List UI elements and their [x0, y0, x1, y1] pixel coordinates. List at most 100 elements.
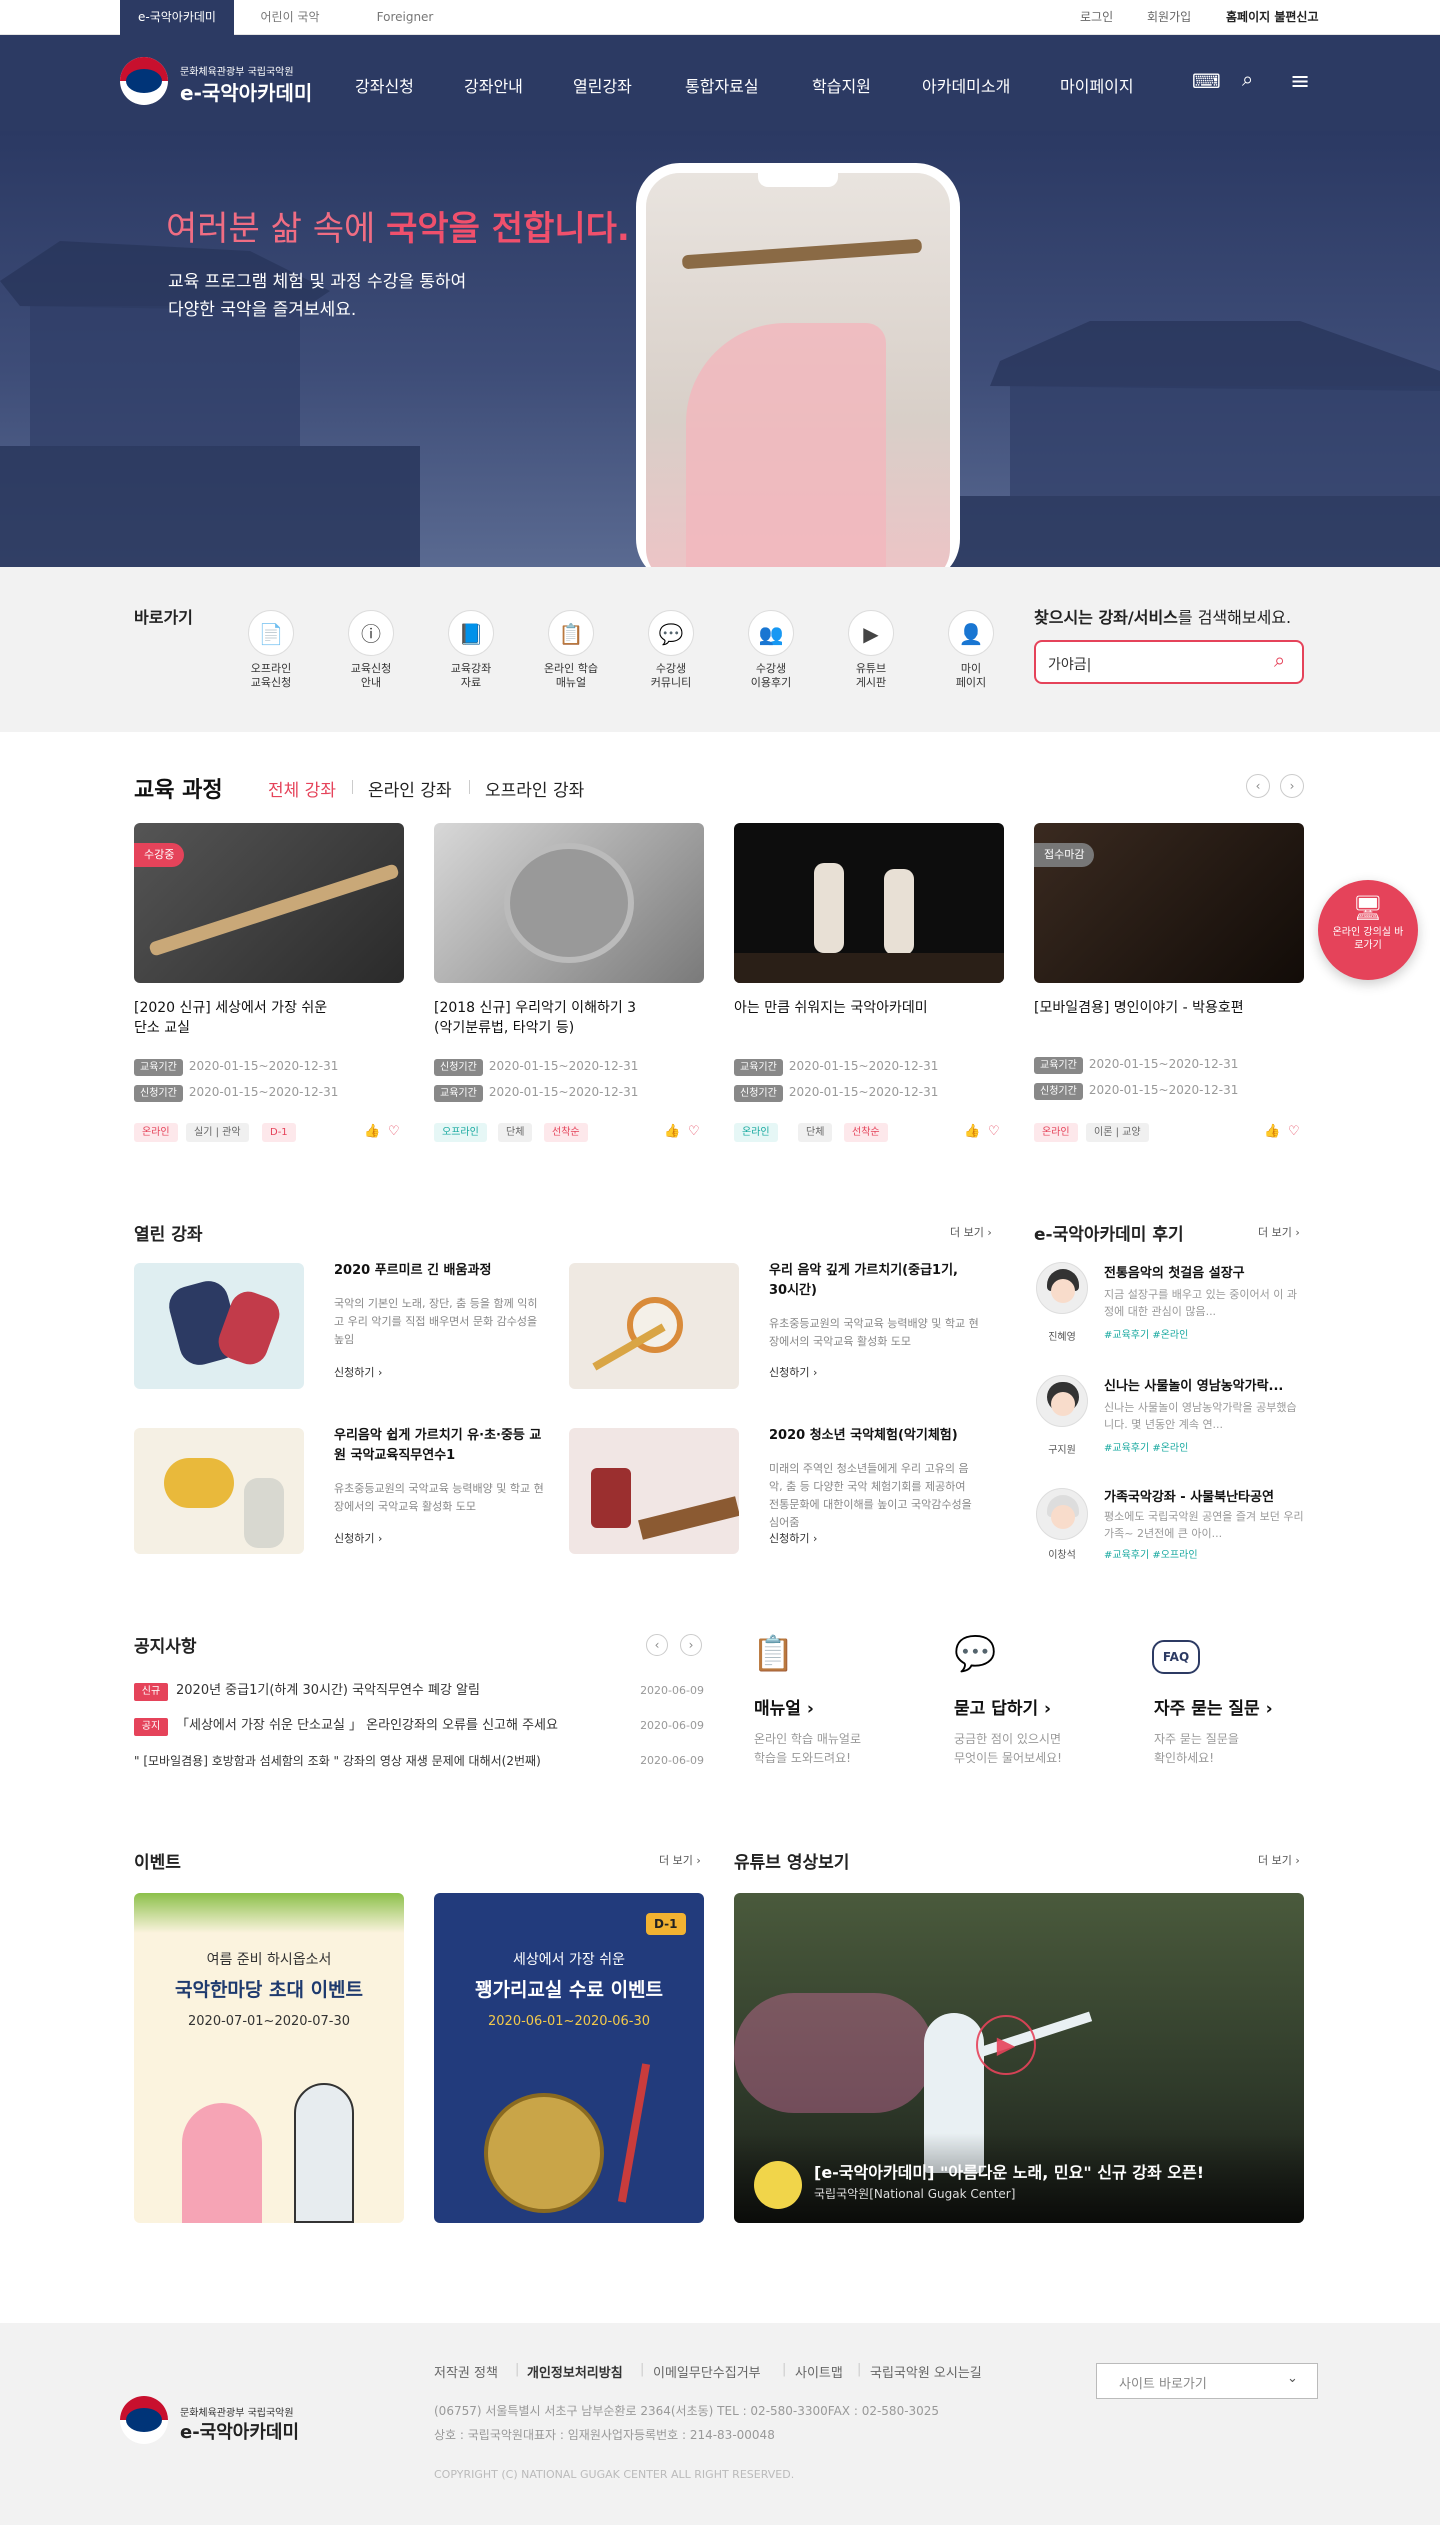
- search-submit-icon[interactable]: ⌕: [1274, 648, 1285, 672]
- report-link[interactable]: 홈페이지 불편신고: [1226, 0, 1319, 35]
- course-card-image[interactable]: [434, 823, 704, 983]
- notice-item[interactable]: 공지 「세상에서 가장 쉬운 단소교실 」 온라인강좌의 오류를 신고해 주세요 2…: [134, 1716, 704, 1736]
- apply-link[interactable]: 신청하기 ›: [334, 1530, 382, 1546]
- open-lecture-image[interactable]: [134, 1428, 304, 1554]
- heart-icon[interactable]: ♡: [988, 1124, 1000, 1139]
- footer-link-privacy[interactable]: 개인정보처리방침: [527, 2362, 623, 2381]
- more-label: 더 보기: [950, 1226, 984, 1239]
- tab-online-courses[interactable]: 온라인 강좌: [368, 776, 452, 801]
- chip-online: 온라인: [734, 1123, 778, 1142]
- quick-online-manual[interactable]: 📋 온라인 학습 매뉴얼: [536, 610, 606, 690]
- tab-all-courses[interactable]: 전체 강좌: [268, 776, 336, 801]
- manual-link[interactable]: 매뉴얼 ›: [754, 1694, 814, 1719]
- open-lecture-image[interactable]: [569, 1428, 739, 1554]
- quick-course-materials[interactable]: 📘 교육강좌 자료: [436, 610, 506, 690]
- courses-next-button[interactable]: ›: [1280, 774, 1304, 798]
- event-card[interactable]: D-1 세상에서 가장 쉬운 꽹가리교실 수료 이벤트 2020-06-01~2…: [434, 1893, 704, 2223]
- heart-icon[interactable]: ♡: [688, 1124, 700, 1139]
- quick-apply-guide[interactable]: ⓘ 교육신청 안내: [336, 610, 406, 690]
- course-card-image[interactable]: [734, 823, 1004, 983]
- menu-open-lectures[interactable]: 열린강좌: [573, 73, 632, 97]
- quick-youtube-board[interactable]: ▶ 유튜브 게시판: [836, 610, 906, 690]
- tab-offline-courses[interactable]: 오프라인 강좌: [485, 776, 584, 801]
- quick-label-2: 안내: [360, 676, 382, 689]
- signup-link[interactable]: 회원가입: [1147, 0, 1191, 35]
- event-title: 국악한마당 초대 이벤트: [174, 1979, 364, 2001]
- quick-mypage[interactable]: 👤 마이 페이지: [936, 610, 1006, 690]
- review-desc: 지금 설장구를 배우고 있는 중이어서 이 과정에 대한 관심이 많음...: [1104, 1288, 1298, 1318]
- menu-library[interactable]: 통합자료실: [685, 73, 759, 97]
- youtube-video-player[interactable]: ▶ [e-국악아카데미] "아름다운 노래, 민요" 신규 강좌 오픈! 국립국…: [734, 1893, 1304, 2223]
- logo-emblem-icon[interactable]: [120, 57, 168, 105]
- course-card-title[interactable]: [2020 신규] 세상에서 가장 쉬운 단소 교실: [134, 998, 404, 1038]
- open-lecture-title[interactable]: 2020 푸르미르 긴 배움과정: [334, 1261, 544, 1281]
- like-icon[interactable]: 👍: [664, 1124, 680, 1139]
- online-classroom-button[interactable]: 🖥 온라인 강의실 바로가기: [1318, 880, 1418, 980]
- hamburger-menu-icon[interactable]: ≡: [1290, 67, 1310, 95]
- menu-learning-support[interactable]: 학습지원: [812, 73, 871, 97]
- qna-link[interactable]: 묻고 답하기 ›: [954, 1694, 1051, 1719]
- menu-mypage[interactable]: 마이페이지: [1060, 73, 1134, 97]
- manual-icon: 📋: [752, 1634, 795, 1674]
- quick-offline-apply[interactable]: 📄 오프라인 교육신청: [236, 610, 306, 690]
- period-value: 2020-01-15~2020-12-31: [788, 1059, 939, 1073]
- notice-prev-button[interactable]: ‹: [646, 1634, 668, 1656]
- open-lecture-title[interactable]: 2020 청소년 국악체험(악기체험): [769, 1426, 979, 1446]
- apply-link[interactable]: 신청하기 ›: [334, 1364, 382, 1380]
- quick-label-1: 오프라인: [250, 662, 292, 675]
- reviews-more[interactable]: 더 보기 ›: [1258, 1224, 1300, 1240]
- heart-icon[interactable]: ♡: [388, 1124, 400, 1139]
- search-input[interactable]: 가야금|: [1048, 654, 1091, 674]
- review-title[interactable]: 신나는 사물놀이 영남농악가락...: [1104, 1375, 1314, 1394]
- site-shortcut-select[interactable]: 사이트 바로가기 ⌄: [1096, 2363, 1318, 2399]
- like-icon[interactable]: 👍: [964, 1124, 980, 1139]
- course-card-image[interactable]: 수강중: [134, 823, 404, 983]
- footer-link-copyright[interactable]: 저작권 정책: [434, 2362, 498, 2381]
- quick-label-2: 이용후기: [750, 676, 792, 689]
- like-icon[interactable]: 👍: [364, 1124, 380, 1139]
- events-more[interactable]: 더 보기 ›: [659, 1852, 701, 1868]
- notice-item[interactable]: 신규 2020년 중급1기(하계 30시간) 국악직무연수 폐강 알림 2020-0…: [134, 1681, 704, 1701]
- notice-item[interactable]: " [모바일겸용] 호방함과 섬세함의 조화 " 강좌의 영상 재생 문제에 대…: [134, 1751, 704, 1771]
- open-lectures-more[interactable]: 더 보기 ›: [950, 1224, 992, 1240]
- footer-link-directions[interactable]: 국립국악원 오시는길: [870, 2362, 982, 2381]
- notice-next-button[interactable]: ›: [680, 1634, 702, 1656]
- course-card-title[interactable]: 아는 만큼 쉬워지는 국악아카데미: [734, 998, 1004, 1018]
- course-card-title[interactable]: [모바일겸용] 명인이야기 - 박용호편: [1034, 998, 1304, 1018]
- open-lecture-title[interactable]: 우리 음악 깊게 가르치기(중급1기, 30시간): [769, 1261, 979, 1301]
- apply-link[interactable]: 신청하기 ›: [769, 1364, 817, 1380]
- like-icon[interactable]: 👍: [1264, 1124, 1280, 1139]
- menu-course-guide[interactable]: 강좌안내: [464, 73, 523, 97]
- tab-e-academy[interactable]: e-국악아카데미: [120, 0, 234, 35]
- review-title[interactable]: 전통음악의 첫걸음 설장구: [1104, 1262, 1314, 1281]
- menu-course-apply[interactable]: 강좌신청: [355, 73, 414, 97]
- heart-icon[interactable]: ♡: [1288, 1124, 1300, 1139]
- event-card[interactable]: 여름 준비 하시옵소서 국악한마당 초대 이벤트 2020-07-01~2020…: [134, 1893, 404, 2223]
- open-lecture-image[interactable]: [134, 1263, 304, 1389]
- search-icon[interactable]: ⌕: [1242, 67, 1253, 91]
- review-title[interactable]: 가족국악강좌 - 사물북난타공연: [1104, 1486, 1314, 1505]
- period-label: 교육기간: [734, 1059, 783, 1076]
- course-card-title[interactable]: [2018 신규] 우리악기 이해하기 3 (악기분류법, 타악기 등): [434, 998, 704, 1038]
- logo-title[interactable]: e-국악아카데미: [180, 77, 312, 106]
- quick-community[interactable]: 💬 수강생 커뮤니티: [636, 610, 706, 690]
- menu-academy-intro[interactable]: 아카데미소개: [922, 73, 1010, 97]
- course-card-image[interactable]: 접수마감: [1034, 823, 1304, 983]
- login-link[interactable]: 로그인: [1080, 0, 1113, 35]
- period-label: 신청기간: [434, 1059, 483, 1076]
- footer-link-email[interactable]: 이메일무단수집거부: [653, 2362, 761, 2381]
- apply-link[interactable]: 신청하기 ›: [769, 1530, 817, 1546]
- play-icon[interactable]: ▶: [976, 2015, 1036, 2075]
- quick-label-1: 온라인 학습: [543, 662, 599, 675]
- reviewer-name: 구지원: [1048, 1445, 1076, 1456]
- footer-link-sitemap[interactable]: 사이트맵: [795, 2362, 843, 2381]
- tab-foreigner[interactable]: Foreigner: [350, 0, 460, 35]
- quick-reviews[interactable]: 👥 수강생 이용후기: [736, 610, 806, 690]
- open-lecture-title[interactable]: 우리음악 쉽게 가르치기 유·초·중등 교원 국악교육직무연수1: [334, 1426, 544, 1466]
- keyboard-icon[interactable]: ⌨: [1192, 69, 1221, 93]
- youtube-more[interactable]: 더 보기 ›: [1258, 1852, 1300, 1868]
- open-lecture-image[interactable]: [569, 1263, 739, 1389]
- courses-prev-button[interactable]: ‹: [1246, 774, 1270, 798]
- faq-link[interactable]: 자주 묻는 질문 ›: [1154, 1694, 1273, 1719]
- tab-kids[interactable]: 어린이 국악: [240, 0, 340, 35]
